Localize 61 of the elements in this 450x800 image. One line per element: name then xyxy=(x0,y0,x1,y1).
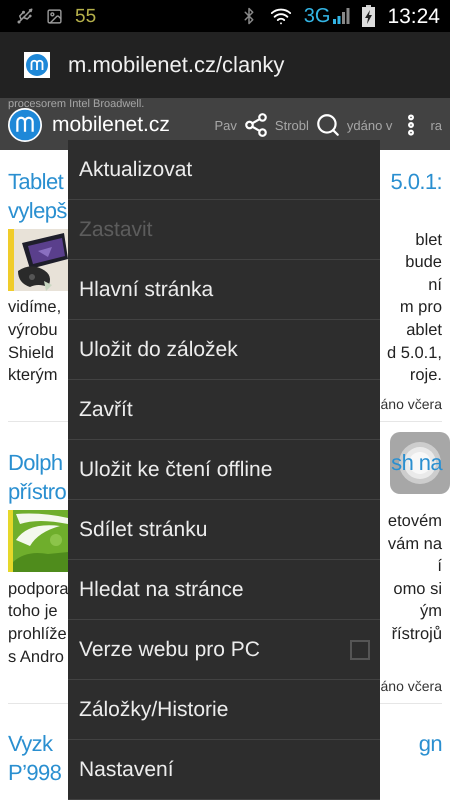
article-text: Shield xyxy=(8,344,54,363)
article-text: řístrojů xyxy=(392,624,442,644)
menu-item[interactable]: Hlavní stránka xyxy=(68,260,380,320)
network-type: 3G xyxy=(304,6,330,26)
article-title[interactable]: 5.0.1: xyxy=(390,168,442,194)
menu-item[interactable]: Záložky/Historie xyxy=(68,680,380,740)
article-text: ablet xyxy=(406,321,442,340)
signal-icon xyxy=(332,7,350,25)
article-text: blet xyxy=(415,230,442,250)
article-byline: ra xyxy=(430,118,442,132)
article-title[interactable]: gn xyxy=(418,731,442,757)
article-text: kterým xyxy=(8,366,58,386)
article-text: bude xyxy=(405,253,442,272)
clock: 13:24 xyxy=(387,6,440,26)
article-text: výrobu xyxy=(8,321,58,340)
search-icon[interactable] xyxy=(314,112,341,138)
site-title: mobilenet.cz xyxy=(52,113,170,137)
battery-charging-icon xyxy=(362,5,376,27)
article-title[interactable]: přístro xyxy=(8,478,66,505)
article-text: roje. xyxy=(410,366,442,386)
article-byline: Pav xyxy=(214,118,237,132)
image-icon xyxy=(46,8,63,24)
site-favicon xyxy=(24,52,50,78)
notification-count: 55 xyxy=(75,6,96,26)
usb-icon xyxy=(16,7,34,25)
article-title[interactable]: vylepš xyxy=(8,198,67,224)
url-text[interactable]: m.mobilenet.cz/clanky xyxy=(68,52,284,78)
menu-item[interactable]: Uložit ke čtení offline xyxy=(68,440,380,500)
article-text: omo si xyxy=(393,580,442,599)
article-text: podpora xyxy=(8,580,69,599)
page-text: procesorem Intel Broadwell. xyxy=(7,98,146,110)
menu-item[interactable]: Verze webu pro PC xyxy=(68,620,380,680)
menu-item[interactable]: Zavřít xyxy=(68,380,380,440)
menu-item[interactable]: Uložit do záložek xyxy=(68,320,380,380)
article-title[interactable]: Dolph xyxy=(8,450,62,476)
article-title[interactable]: Tablet xyxy=(8,168,64,194)
menu-item[interactable]: Aktualizovat xyxy=(68,140,380,200)
share-icon[interactable] xyxy=(242,112,269,138)
article-text: toho je xyxy=(8,602,58,622)
article-text: í xyxy=(437,557,442,576)
article-title[interactable]: P’998 xyxy=(8,760,62,786)
article-text: vám na xyxy=(388,534,442,554)
article-title[interactable]: Vyzk xyxy=(8,731,52,757)
floating-button[interactable] xyxy=(390,432,450,494)
article-byline: ydáno v xyxy=(346,118,392,132)
article-text: ým xyxy=(420,602,442,622)
checkbox[interactable] xyxy=(350,640,370,660)
menu-item[interactable]: Sdílet stránku xyxy=(68,500,380,560)
menu-item[interactable]: Nastavení xyxy=(68,740,380,800)
menu-item[interactable]: Hledat na stránce xyxy=(68,560,380,620)
article-byline: Strobl xyxy=(274,118,309,132)
article-byline: áno včera xyxy=(380,678,442,694)
article-text: d 5.0.1, xyxy=(386,344,442,363)
article-text: etovém xyxy=(388,512,442,531)
article-byline: áno včera xyxy=(380,396,442,412)
article-text: vidíme, xyxy=(8,298,62,318)
article-text: s Andro xyxy=(8,648,64,667)
article-text: prohlíže xyxy=(8,624,67,644)
site-logo xyxy=(8,108,42,142)
article-text: ní xyxy=(428,276,442,295)
article-text: m pro xyxy=(400,298,442,318)
